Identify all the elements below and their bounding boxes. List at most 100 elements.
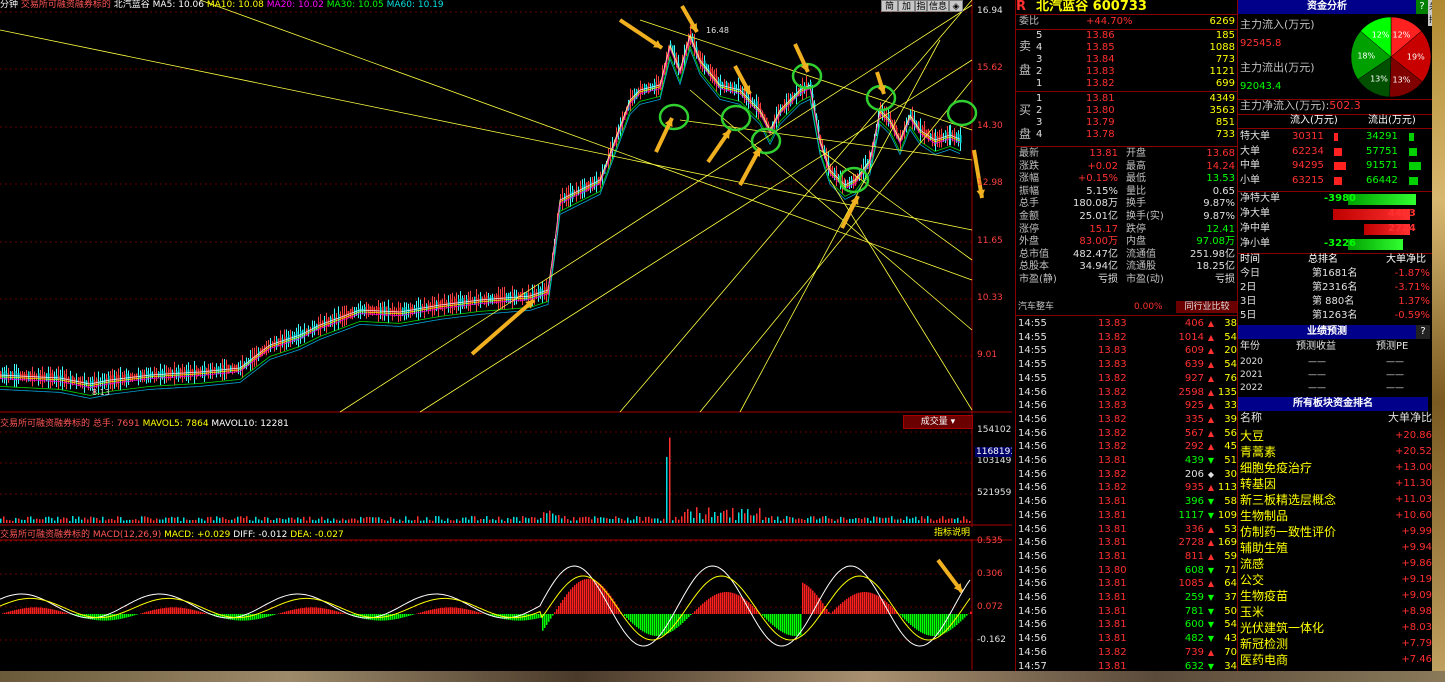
forecast-pe: —— xyxy=(1386,357,1404,367)
rank-row[interactable]: 5日 第1263名 -0.59% xyxy=(1238,310,1445,322)
tick-count: 58 xyxy=(1224,496,1237,508)
tick-list[interactable]: 14:55 13.83 406 ▲ 38 14:55 13.82 1014 ▲ 54 14:55 13… xyxy=(1016,316,1237,682)
tick-row[interactable]: 14:56 13.81 336 ▲ 53 xyxy=(1016,524,1237,536)
board-name: 新冠检测 xyxy=(1240,637,1289,651)
rank-row[interactable]: 2日 第2316名 -3.71% xyxy=(1238,282,1445,294)
pie-label: 12% xyxy=(1372,30,1390,39)
tick-row[interactable]: 14:55 13.82 927 ▲ 76 xyxy=(1016,373,1237,385)
board-row[interactable]: 医药电商 +7.46 xyxy=(1238,653,1445,667)
order-row[interactable]: 5 13.86 185 xyxy=(1016,30,1237,42)
tick-row[interactable]: 14:56 13.83 925 ▲ 33 xyxy=(1016,400,1237,412)
outflow-value: 92043.4 xyxy=(1240,81,1282,92)
board-row[interactable]: 光伏建筑一体化 +8.03 xyxy=(1238,621,1445,635)
diff-label: DIFF: -0.012 xyxy=(233,530,288,540)
tick-row[interactable]: 14:56 13.81 2728 ▲ 169 xyxy=(1016,537,1237,549)
add-button[interactable]: 加 xyxy=(898,0,915,12)
tick-row[interactable]: 14:55 13.83 609 ▲ 20 xyxy=(1016,345,1237,357)
tick-row[interactable]: 14:56 13.82 739 ▲ 70 xyxy=(1016,647,1237,659)
tick-row[interactable]: 14:56 13.82 335 ▲ 39 xyxy=(1016,414,1237,426)
board-row[interactable]: 生物制品 +10.60 xyxy=(1238,509,1445,523)
stat-row: 外盘 83.00万 内盘 97.08万 xyxy=(1016,236,1237,248)
forecast-help-button[interactable]: ? xyxy=(1416,325,1430,339)
vol-axis-label: 1031490 xyxy=(977,456,1012,466)
net-flow-value: 2724 xyxy=(1388,223,1416,234)
board-row[interactable]: 公交 +9.19 xyxy=(1238,573,1445,587)
forecast-row: 2021 —— —— xyxy=(1238,369,1445,381)
tick-row[interactable]: 14:56 13.81 1117 ▼ 109 xyxy=(1016,510,1237,522)
stat-row: 涨停 15.17 跌停 12.41 xyxy=(1016,224,1237,236)
order-row[interactable]: 4 13.78 733 xyxy=(1016,129,1237,141)
tick-row[interactable]: 14:56 13.82 292 ▲ 45 xyxy=(1016,441,1237,453)
tick-row[interactable]: 14:56 13.82 2598 ▲ 135 xyxy=(1016,387,1237,399)
tick-row[interactable]: 14:56 13.81 781 ▼ 50 xyxy=(1016,606,1237,618)
nav-icon[interactable]: ◈ xyxy=(949,0,963,12)
tick-row[interactable]: 14:56 13.81 439 ▼ 51 xyxy=(1016,455,1237,467)
board-row[interactable]: 辅助生殖 +9.94 xyxy=(1238,541,1445,555)
up-arrow-icon: ▲ xyxy=(1207,524,1214,534)
tick-row[interactable]: 14:55 13.83 406 ▲ 38 xyxy=(1016,318,1237,330)
tick-row[interactable]: 14:56 13.81 811 ▲ 59 xyxy=(1016,551,1237,563)
board-row[interactable]: 转基因 +11.30 xyxy=(1238,477,1445,491)
net-flow-bar xyxy=(1348,239,1403,250)
rank-row[interactable]: 今日 第1681名 -1.87% xyxy=(1238,268,1445,280)
order-row[interactable]: 4 13.85 1088 xyxy=(1016,42,1237,54)
order-row[interactable]: 3 13.84 773 xyxy=(1016,54,1237,66)
price-chart-canvas[interactable] xyxy=(0,0,1012,682)
tick-price: 13.81 xyxy=(1098,619,1127,631)
tick-time: 14:56 xyxy=(1018,400,1047,412)
tick-price: 13.81 xyxy=(1098,550,1127,562)
macd-axis-label: 0.306 xyxy=(977,569,1003,579)
stat-label: 换手(实) xyxy=(1126,211,1164,222)
tick-count: 113 xyxy=(1217,482,1237,494)
compare-button[interactable]: 同行业比较 xyxy=(1176,301,1237,313)
stat-label: 流通股 xyxy=(1126,261,1156,273)
col-head: 名称 xyxy=(1240,411,1262,424)
order-row[interactable]: 2 13.80 3563 xyxy=(1016,105,1237,117)
tick-row[interactable]: 14:56 13.82 567 ▲ 56 xyxy=(1016,428,1237,440)
tick-row[interactable]: 14:56 13.82 206 ◆ 30 xyxy=(1016,469,1237,481)
simple-mode-button[interactable]: 简 xyxy=(881,0,898,12)
order-row[interactable]: 1 13.82 699 xyxy=(1016,78,1237,90)
board-row[interactable]: 大豆 +20.86 xyxy=(1238,429,1445,443)
stat-row: 总手 180.08万 换手 9.87% xyxy=(1016,198,1237,210)
chart-area[interactable]: 分钟 交易所可融资融券标的 北汽蓝谷 MA5: 10.06 MA10: 10.0… xyxy=(0,0,1012,682)
tick-volume: 927 xyxy=(1184,372,1204,384)
order-price: 13.82 xyxy=(1086,78,1115,89)
stat-value: 251.98亿 xyxy=(1190,248,1235,260)
tick-volume: 609 xyxy=(1184,345,1204,357)
board-name: 光伏建筑一体化 xyxy=(1240,621,1325,635)
up-arrow-icon: ▲ xyxy=(1207,579,1214,589)
order-row[interactable]: 2 13.83 1121 xyxy=(1016,66,1237,78)
tick-row[interactable]: 14:56 13.81 396 ▼ 58 xyxy=(1016,496,1237,508)
board-row[interactable]: 玉米 +8.98 xyxy=(1238,605,1445,619)
board-table[interactable]: 名称大单净比▼大豆+20.86青蒿素+20.52细胞免疫治疗+13.00转基因+… xyxy=(1238,411,1445,682)
tick-row[interactable]: 14:56 13.80 608 ▼ 71 xyxy=(1016,565,1237,577)
forecast-row: 2022 —— —— xyxy=(1238,382,1445,394)
order-row[interactable]: 3 13.79 851 xyxy=(1016,117,1237,129)
board-row[interactable]: 新三板精选层概念 +11.03 xyxy=(1238,493,1445,507)
tick-row[interactable]: 14:55 13.83 639 ▲ 54 xyxy=(1016,359,1237,371)
tick-row[interactable]: 14:56 13.82 935 ▲ 113 xyxy=(1016,482,1237,494)
indicator-help-button[interactable]: 指标说明 xyxy=(931,527,973,539)
tick-row[interactable]: 14:56 13.81 482 ▼ 43 xyxy=(1016,633,1237,645)
board-row[interactable]: 仿制药一致性评价 +9.99 xyxy=(1238,525,1445,539)
order-row[interactable]: 1 13.81 4349 xyxy=(1016,93,1237,105)
board-row[interactable]: 细胞免疫治疗 +13.00 xyxy=(1238,461,1445,475)
stat-value: 9.87% xyxy=(1203,211,1235,222)
tick-time: 14:55 xyxy=(1018,331,1047,343)
inflow-label: 主力流入(万元) xyxy=(1240,18,1315,31)
tick-row[interactable]: 14:56 13.81 1085 ▲ 64 xyxy=(1016,578,1237,590)
tick-row[interactable]: 14:56 13.81 600 ▼ 54 xyxy=(1016,619,1237,631)
board-row[interactable]: 青蒿素 +20.52 xyxy=(1238,445,1445,459)
board-value: +20.86 xyxy=(1394,430,1432,441)
volume-type-dropdown[interactable]: 成交量 ▾ xyxy=(903,415,973,429)
board-row[interactable]: 新冠检测 +7.79 xyxy=(1238,637,1445,651)
board-row[interactable]: 流感 +9.86 xyxy=(1238,557,1445,571)
tick-row[interactable]: 14:55 13.82 1014 ▲ 54 xyxy=(1016,332,1237,344)
rank-row[interactable]: 3日 第 880名 1.37% xyxy=(1238,296,1445,308)
board-row[interactable]: 生物疫苗 +9.09 xyxy=(1238,589,1445,603)
help-button[interactable]: ? xyxy=(1416,0,1428,14)
info-button[interactable]: 信息 xyxy=(927,0,949,12)
tick-row[interactable]: 14:56 13.81 259 ▼ 37 xyxy=(1016,592,1237,604)
ref-button[interactable]: 指 xyxy=(915,0,927,12)
